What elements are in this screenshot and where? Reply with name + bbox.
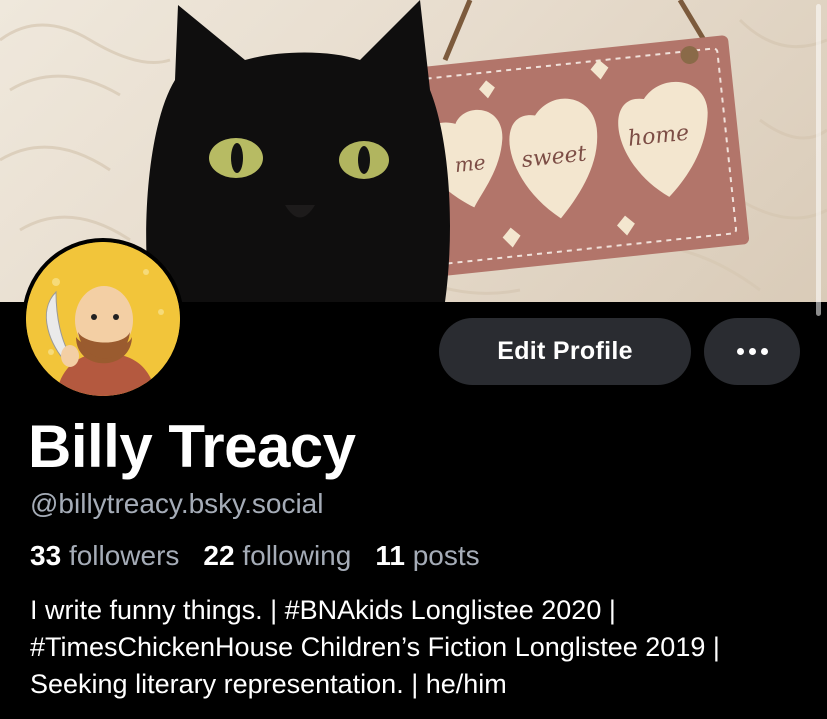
posts-count: 11 <box>375 540 405 571</box>
avatar[interactable] <box>22 238 184 400</box>
followers-label: followers <box>68 540 180 571</box>
edit-profile-button[interactable]: Edit Profile <box>439 318 691 385</box>
display-name: Billy Treacy <box>28 413 356 480</box>
svg-text:me: me <box>454 150 487 177</box>
posts-stat: 11 posts <box>375 540 479 572</box>
following-link[interactable]: 22 following <box>203 540 351 572</box>
following-label: following <box>242 540 352 571</box>
profile-bio: I write funny things. | #BNAkids Longlis… <box>30 595 720 699</box>
posts-label: posts <box>412 540 480 571</box>
ellipsis-icon <box>736 348 768 355</box>
profile-handle: @billytreacy.bsky.social <box>30 488 324 519</box>
more-options-button[interactable] <box>704 318 800 385</box>
scrollbar[interactable] <box>816 4 821 316</box>
following-count: 22 <box>203 540 235 571</box>
avatar-image <box>26 242 180 396</box>
followers-link[interactable]: 33 followers <box>30 540 179 572</box>
profile-stats: 33 followers 22 following 11 posts <box>30 540 480 572</box>
followers-count: 33 <box>30 540 62 571</box>
